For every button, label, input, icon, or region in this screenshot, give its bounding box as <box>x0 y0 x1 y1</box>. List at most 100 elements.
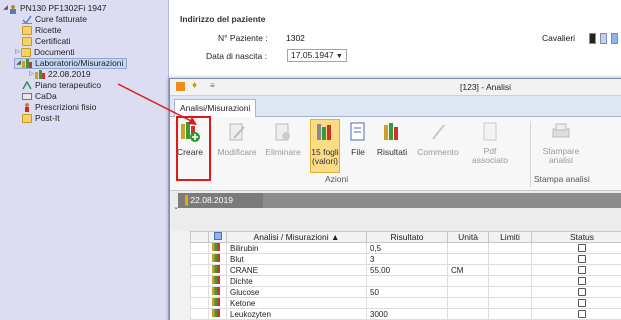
column-header-risultato[interactable]: Risultato <box>366 231 448 243</box>
tab-analisi-misurazioni[interactable]: Analisi/Misurazioni <box>174 99 257 117</box>
cell-risultato <box>366 275 448 287</box>
cell-status <box>531 297 621 309</box>
status-checkbox[interactable] <box>578 288 586 297</box>
status-checkbox[interactable] <box>578 255 586 264</box>
quick-access-icon[interactable]: ≡ <box>210 81 215 90</box>
cell-unita <box>447 297 489 309</box>
dialog-titlebar[interactable]: ♦ ≡ [123] - Analisi <box>170 79 621 96</box>
lab-bottles-icon <box>35 70 45 79</box>
lab-bottles-icon: ▐ <box>182 195 189 205</box>
status-checkbox[interactable] <box>578 266 586 275</box>
cell-limiti <box>488 264 532 276</box>
column-header-status[interactable]: Status <box>531 231 621 243</box>
lab-bottles-icon <box>212 243 220 251</box>
tree-item-label: Ricette <box>35 25 62 35</box>
row-blank <box>190 253 209 265</box>
row-icon-cell <box>208 242 227 254</box>
sheets-button[interactable]: 15 fogli (valori) <box>310 119 340 173</box>
pdf-label: Pdf associato <box>472 146 508 165</box>
row-blank <box>190 275 209 287</box>
row-icon-cell <box>208 286 227 298</box>
status-checkbox[interactable] <box>578 310 586 319</box>
status-checkbox[interactable] <box>578 277 586 286</box>
chevron-down-icon[interactable]: ▼ <box>336 53 343 60</box>
table-row[interactable]: CRANE 55.00 CM <box>190 264 621 276</box>
color-swatch[interactable] <box>600 33 607 44</box>
chevron-down-icon[interactable]: ⌄ <box>170 203 182 211</box>
delete-button[interactable]: Eliminare <box>262 121 304 171</box>
tree-item-documenti[interactable]: ▷ Documenti <box>14 47 75 58</box>
column-header-limiti[interactable]: Limiti <box>488 231 532 243</box>
tree-item-date[interactable]: ▷ 22.08.2019 <box>28 69 91 80</box>
app-icon <box>176 82 185 91</box>
tree-item-label: Documenti <box>34 47 75 57</box>
date-group-header-fill <box>263 193 621 208</box>
header-select-icon[interactable] <box>208 231 227 243</box>
sort-asc-icon: ▲ <box>331 232 340 242</box>
person-icon <box>22 103 32 112</box>
tree-item-certificati[interactable]: Certificati <box>22 36 70 47</box>
delete-label: Eliminare <box>265 147 301 157</box>
table-row[interactable]: Leukozyten 3000 <box>190 308 621 320</box>
expand-icon[interactable]: ▷ <box>28 69 35 80</box>
patient-tree: ◢ PN130 PF1302Fi 1947 Cure fatturate Ric… <box>0 0 169 320</box>
lab-bottles-icon <box>212 298 220 306</box>
pdf-button[interactable]: Pdf associato <box>470 121 510 171</box>
results-button[interactable]: Risultati <box>374 121 410 171</box>
print-button[interactable]: Stampare analisi <box>535 121 587 171</box>
lightbulb-icon[interactable]: ♦ <box>192 80 197 91</box>
cell-status <box>531 242 621 254</box>
lab-bottles-icon <box>212 254 220 262</box>
file-button[interactable]: File <box>344 121 372 171</box>
ribbon: Creare Modificare Eliminare 15 fogli (va… <box>170 117 621 191</box>
folder-icon <box>22 37 32 46</box>
collapse-icon[interactable]: ◢ <box>2 3 9 14</box>
lab-bottles-icon <box>212 276 220 284</box>
measure-icon <box>212 265 220 273</box>
tree-item-prescrizioni-fisio[interactable]: Prescrizioni fisio <box>22 102 96 113</box>
table-row[interactable]: Bilirubin 0,5 <box>190 242 621 254</box>
column-header-unita[interactable]: Unità <box>447 231 489 243</box>
cell-limiti <box>488 253 532 265</box>
cell-status <box>531 308 621 320</box>
comment-button[interactable]: Commento <box>414 121 462 171</box>
card-icon <box>22 92 32 101</box>
color-swatch[interactable] <box>589 33 596 44</box>
tree-item-label: Laboratorio/Misurazioni <box>35 58 124 68</box>
tree-item-ricette[interactable]: Ricette <box>22 25 61 36</box>
table-row[interactable]: Blut 3 <box>190 253 621 265</box>
checklist-icon <box>22 15 32 25</box>
cell-analisi: Ketone <box>226 297 367 309</box>
row-blank <box>190 297 209 309</box>
date-group-header[interactable]: ▐ 22.08.2019 <box>178 193 263 208</box>
comment-label: Commento <box>417 147 459 157</box>
tree-item-post-it[interactable]: Post-It <box>22 113 60 124</box>
color-swatch[interactable] <box>611 33 618 44</box>
row-icon-cell <box>208 308 227 320</box>
dob-field[interactable]: 17.05.1947 ▼ <box>287 49 347 62</box>
file-icon <box>347 121 369 143</box>
lab-bottles-icon <box>212 309 220 317</box>
tree-item-label: Prescrizioni fisio <box>35 102 97 112</box>
tree-root[interactable]: ◢ PN130 PF1302Fi 1947 <box>2 3 106 14</box>
date-group-label: 22.08.2019 <box>190 195 233 205</box>
tree-item-cure-fatturate[interactable]: Cure fatturate <box>22 14 87 25</box>
tree-item-laboratorio[interactable]: ◢ Laboratorio/Misurazioni <box>14 58 128 69</box>
table-row[interactable]: Glucose 50 <box>190 286 621 298</box>
table-row[interactable]: Ketone <box>190 297 621 309</box>
column-header-analisi[interactable]: Analisi / Misurazioni ▲ <box>226 231 367 243</box>
row-blank <box>190 242 209 254</box>
table-row[interactable]: Dichte <box>190 275 621 287</box>
group-azioni-label: Azioni <box>325 174 349 184</box>
collapse-icon[interactable]: ◢ <box>15 58 22 69</box>
modify-button[interactable]: Modificare <box>215 121 259 171</box>
results-icon <box>381 121 403 143</box>
tree-item-piano-terapeutico[interactable]: Piano terapeutico <box>22 80 101 91</box>
expand-icon[interactable]: ▷ <box>14 47 21 58</box>
status-checkbox[interactable] <box>578 244 586 253</box>
tree-item-cada[interactable]: CaDa <box>22 91 57 102</box>
folder-icon <box>22 26 32 35</box>
cell-unita <box>447 286 489 298</box>
status-checkbox[interactable] <box>578 299 586 308</box>
row-blank <box>190 264 209 276</box>
